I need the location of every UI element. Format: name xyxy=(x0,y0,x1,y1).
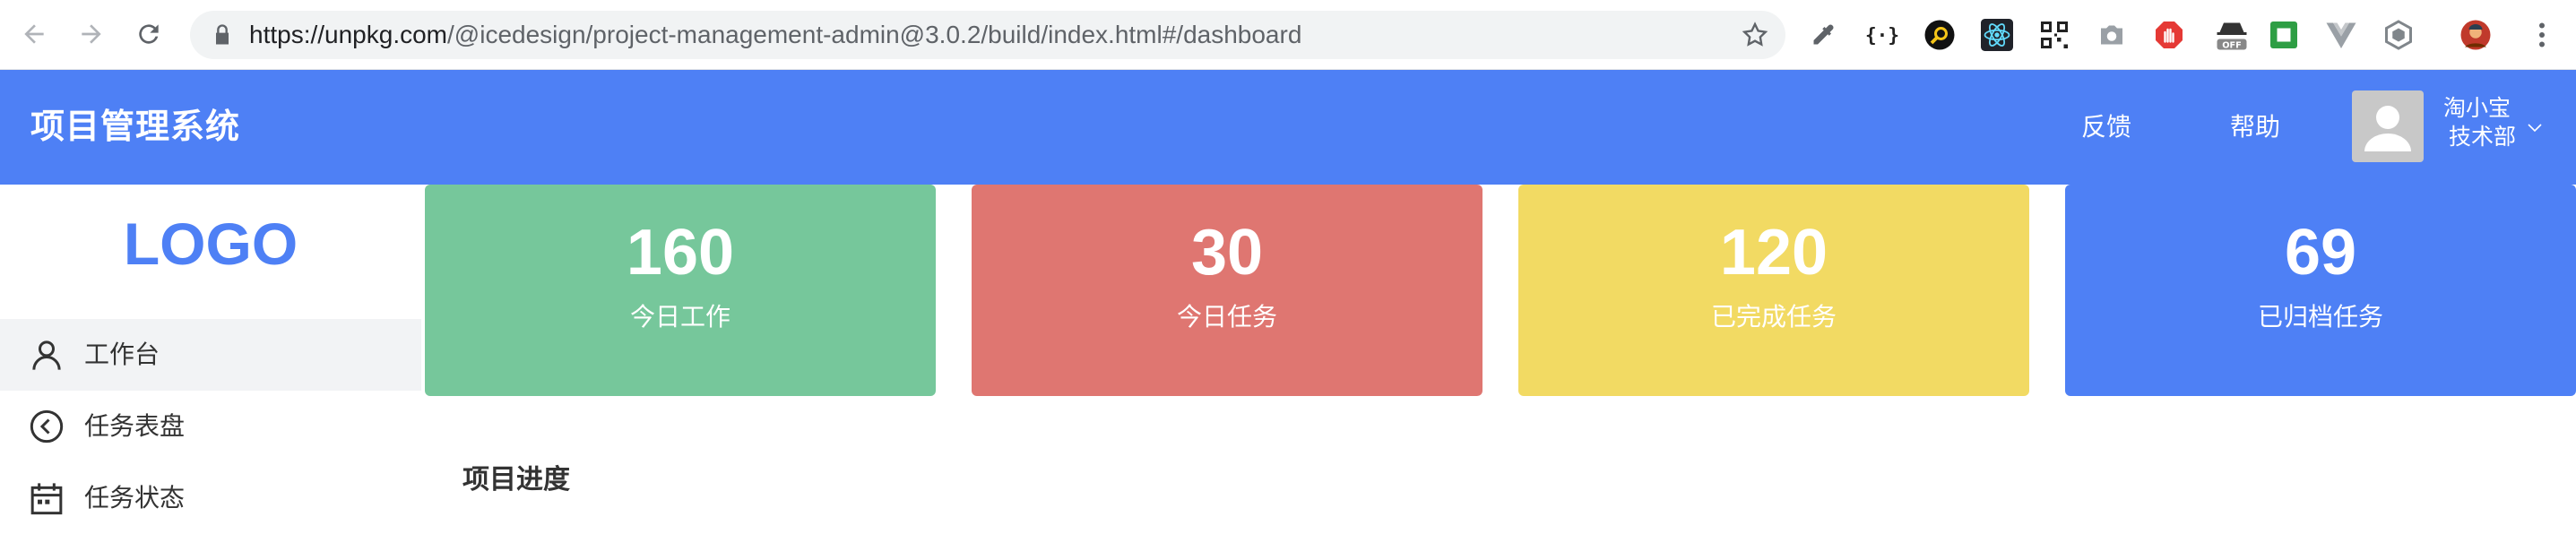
forward-button[interactable] xyxy=(72,14,111,54)
stat-label: 今日工作 xyxy=(629,303,730,331)
search-circle-icon[interactable] xyxy=(1922,17,1958,53)
arrow-right-icon xyxy=(82,24,101,44)
stat-card-archived-tasks: 69 已归档任务 xyxy=(2065,185,2576,396)
user-name[interactable]: 淘小宝 xyxy=(2443,95,2511,122)
sidebar-item-task-dashboard[interactable]: 任务表盘 xyxy=(0,391,421,462)
json-braces-icon[interactable]: {·} xyxy=(1864,17,1900,53)
browser-toolbar: https://unpkg.com/@icedesign/project-man… xyxy=(0,0,2576,70)
address-bar[interactable]: https://unpkg.com/@icedesign/project-man… xyxy=(190,11,1785,59)
user-dept: 技术部 xyxy=(2449,125,2517,150)
user-icon xyxy=(32,340,61,370)
reload-icon xyxy=(139,24,159,44)
app-header: 项目管理系统 反馈 帮助 淘小宝 技术部 xyxy=(0,70,2576,185)
logo: LOGO xyxy=(123,211,298,277)
svg-text:OFF: OFF xyxy=(2222,40,2242,50)
stat-value: 30 xyxy=(1190,217,1264,289)
camera-icon[interactable] xyxy=(2094,17,2130,53)
sidebar-item-label: 任务状态 xyxy=(84,484,186,512)
chevron-down-icon[interactable] xyxy=(2524,116,2546,138)
feedback-link[interactable]: 反馈 xyxy=(2081,70,2131,185)
sidebar-item-label: 工作台 xyxy=(84,340,160,368)
stat-card-completed-tasks: 120 已完成任务 xyxy=(1518,185,2029,396)
user-placeholder-icon xyxy=(2364,106,2411,151)
back-button[interactable] xyxy=(14,14,54,54)
qr-code-icon[interactable] xyxy=(2036,17,2072,53)
stat-value: 160 xyxy=(626,217,735,289)
section-title: 项目进度 xyxy=(462,465,570,495)
svg-text:{·}: {·} xyxy=(1866,25,1898,47)
more-vert-icon[interactable] xyxy=(2524,17,2560,53)
arrow-left-icon xyxy=(24,24,44,44)
stat-card-today-work: 160 今日工作 xyxy=(425,185,936,396)
back-circle-icon xyxy=(30,409,64,444)
react-icon[interactable] xyxy=(1979,17,2015,53)
stat-label: 已归档任务 xyxy=(2257,303,2383,331)
stat-value: 120 xyxy=(1719,217,1828,289)
stat-label: 已完成任务 xyxy=(1710,303,1837,331)
incognito-off-icon[interactable]: OFF xyxy=(2209,17,2255,53)
reload-button[interactable] xyxy=(129,14,169,54)
profile-avatar-icon[interactable] xyxy=(2458,17,2494,53)
app-title: 项目管理系统 xyxy=(30,108,241,146)
sidebar-item-workbench[interactable]: 工作台 xyxy=(0,319,421,391)
vue-icon[interactable] xyxy=(2323,17,2359,53)
stat-value: 69 xyxy=(2284,217,2357,289)
hexagon-icon[interactable] xyxy=(2381,17,2416,53)
star-icon[interactable] xyxy=(1741,21,1769,49)
lock-icon xyxy=(216,24,229,45)
help-link[interactable]: 帮助 xyxy=(2230,70,2280,185)
eyedropper-icon[interactable] xyxy=(1805,17,1841,53)
url-text: https://unpkg.com/@icedesign/project-man… xyxy=(249,21,1302,48)
stat-card-today-tasks: 30 今日任务 xyxy=(972,185,1482,396)
calendar-icon xyxy=(30,483,63,515)
square-green-icon[interactable] xyxy=(2266,17,2302,53)
avatar[interactable] xyxy=(2352,90,2424,162)
stop-hand-icon[interactable] xyxy=(2151,17,2187,53)
stat-label: 今日任务 xyxy=(1176,303,1277,331)
sidebar: LOGO 工作台 任务表盘 任务状态 xyxy=(0,185,421,515)
sidebar-item-label: 任务表盘 xyxy=(84,412,186,440)
sidebar-item-task-status[interactable]: 任务状态 xyxy=(0,462,421,534)
